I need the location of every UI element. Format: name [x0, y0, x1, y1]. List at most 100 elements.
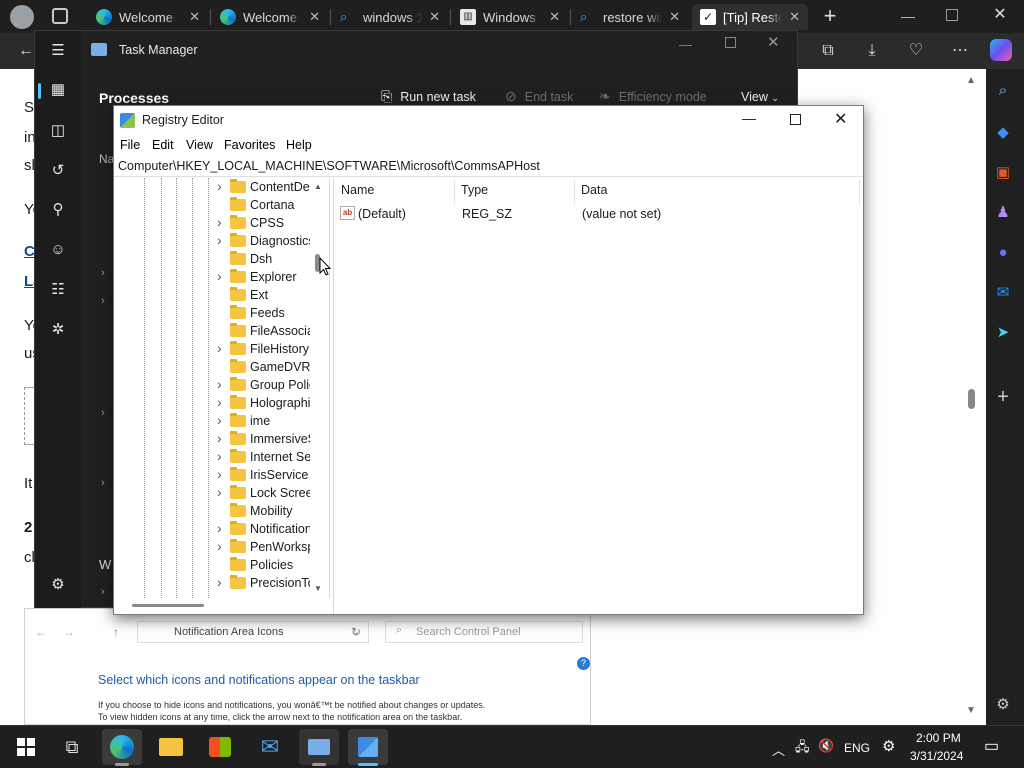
expand-chevron-icon[interactable]: ›: [101, 586, 105, 598]
tools-icon[interactable]: ▣: [990, 160, 1016, 186]
details-icon[interactable]: ☷: [47, 279, 69, 301]
shopping-icon[interactable]: ◆: [990, 120, 1016, 146]
outlook-icon[interactable]: ✉: [990, 280, 1016, 306]
tree-item[interactable]: Mobility: [114, 503, 310, 521]
users-icon[interactable]: ☺: [47, 239, 69, 261]
tree-item[interactable]: › PrecisionTo: [114, 574, 310, 593]
tree-item[interactable]: › FileHistory: [114, 340, 310, 359]
new-tab-button[interactable]: +: [818, 2, 842, 30]
tree-item[interactable]: › CPSS: [114, 214, 310, 233]
close-icon[interactable]: ✕: [669, 9, 680, 25]
processes-icon[interactable]: ▦: [47, 79, 69, 101]
services-icon[interactable]: ✲: [47, 319, 69, 341]
tree-item[interactable]: Cortana: [114, 197, 310, 215]
tree-item[interactable]: › ime: [114, 412, 310, 431]
tree-item[interactable]: › Notification: [114, 520, 310, 539]
show-hidden-icons-chevron[interactable]: ︿: [772, 740, 785, 759]
expand-chevron-icon[interactable]: ›: [217, 232, 222, 248]
scroll-up-icon[interactable]: ▲: [314, 182, 322, 191]
add-icon[interactable]: +: [990, 384, 1016, 410]
volume-muted-icon[interactable]: 🔇: [818, 738, 834, 754]
expand-chevron-icon[interactable]: ›: [217, 394, 222, 410]
scroll-down-icon[interactable]: ▼: [314, 584, 322, 593]
end-task-button[interactable]: ⊘ End task: [505, 88, 573, 105]
minimize-icon[interactable]: —: [742, 110, 756, 126]
close-window-icon[interactable]: ✕: [990, 4, 1010, 24]
tab-actions-icon[interactable]: [52, 8, 68, 24]
expand-chevron-icon[interactable]: ›: [217, 340, 222, 356]
downloads-icon[interactable]: ⤓: [858, 37, 886, 65]
startup-apps-icon[interactable]: ⚲: [47, 199, 69, 221]
browser-tab-5[interactable]: ⌕ restore windows ✕: [572, 4, 688, 30]
language-indicator[interactable]: ENG: [844, 741, 870, 755]
address-bar[interactable]: Notification Area Icons ⌄: [137, 621, 369, 643]
close-icon[interactable]: ✕: [789, 9, 800, 25]
search-icon[interactable]: ⌕: [990, 78, 1016, 104]
value-row[interactable]: ab (Default) REG_SZ (value not set): [338, 204, 858, 224]
tree-item[interactable]: Feeds: [114, 305, 310, 323]
expand-chevron-icon[interactable]: ›: [217, 178, 222, 194]
expand-chevron-icon[interactable]: ›: [217, 268, 222, 284]
close-icon[interactable]: ✕: [429, 9, 440, 25]
microsoft-365-icon[interactable]: ●: [990, 240, 1016, 266]
tree-item[interactable]: › PenWorksp: [114, 538, 310, 557]
expand-chevron-icon[interactable]: ›: [101, 267, 105, 279]
browser-tab-1[interactable]: Welcome ✕: [88, 4, 208, 30]
app-history-icon[interactable]: ↺: [47, 160, 69, 182]
up-arrow-icon[interactable]: ↑: [113, 625, 119, 639]
tree-item[interactable]: Policies: [114, 557, 310, 575]
minimize-icon[interactable]: —: [898, 8, 918, 24]
view-dropdown[interactable]: View ⌄: [741, 90, 779, 104]
expand-chevron-icon[interactable]: ›: [101, 407, 105, 419]
tree-item[interactable]: Dsh: [114, 251, 310, 269]
minimize-icon[interactable]: —: [679, 37, 692, 52]
tree-vertical-scrollbar[interactable]: ▲ ▼: [310, 178, 327, 598]
column-header-data[interactable]: Data: [581, 183, 607, 197]
collections-icon[interactable]: ⧉: [814, 37, 842, 65]
scroll-down-icon[interactable]: ▼: [966, 705, 976, 716]
menu-help[interactable]: Help: [286, 138, 312, 152]
registry-editor-taskbar-icon[interactable]: [348, 729, 388, 765]
column-header-name[interactable]: Name: [341, 183, 374, 197]
expand-chevron-icon[interactable]: ›: [217, 430, 222, 446]
expand-chevron-icon[interactable]: ›: [217, 214, 222, 230]
tree-item[interactable]: › Holographi: [114, 394, 310, 413]
tree-item[interactable]: › Group Polic: [114, 376, 310, 395]
expand-chevron-icon[interactable]: ›: [217, 466, 222, 482]
more-menu-icon[interactable]: ⋯: [946, 37, 974, 65]
tree-horizontal-scrollbar[interactable]: [114, 598, 330, 614]
maximize-icon[interactable]: [790, 114, 801, 125]
drop-icon[interactable]: ➤: [990, 320, 1016, 346]
h-scrollbar-thumb[interactable]: [132, 604, 204, 607]
menu-favorites[interactable]: Favorites: [224, 138, 275, 152]
close-icon[interactable]: ✕: [834, 109, 847, 129]
clock-time[interactable]: 2:00 PM: [916, 731, 961, 745]
restore-icon[interactable]: [946, 9, 958, 21]
back-arrow-icon[interactable]: ←: [35, 625, 47, 639]
browser-tab-3[interactable]: ⌕ windows 11 hide icons ✕: [332, 4, 448, 30]
close-icon[interactable]: ✕: [767, 33, 780, 51]
clock-date[interactable]: 3/31/2024: [910, 749, 963, 763]
menu-view[interactable]: View: [186, 138, 213, 152]
expand-chevron-icon[interactable]: ›: [217, 448, 222, 464]
tree-item[interactable]: › Lock Screen: [114, 484, 310, 503]
expand-chevron-icon[interactable]: ›: [217, 376, 222, 392]
help-icon[interactable]: ?: [577, 657, 590, 670]
task-manager-taskbar-icon[interactable]: [299, 729, 339, 765]
mail-taskbar-icon[interactable]: ✉: [250, 729, 290, 765]
close-icon[interactable]: ✕: [309, 9, 320, 25]
profile-avatar[interactable]: [10, 5, 34, 29]
menu-edit[interactable]: Edit: [152, 138, 174, 152]
expand-chevron-icon[interactable]: ›: [217, 538, 222, 554]
edge-taskbar-icon[interactable]: [102, 729, 142, 765]
settings-icon[interactable]: ⚙: [990, 692, 1016, 718]
efficiency-mode-button[interactable]: ❧ Efficiency mode: [599, 88, 707, 105]
browser-tab-4[interactable]: ▥ Windows 11 ✕: [452, 4, 568, 30]
expand-chevron-icon[interactable]: ›: [217, 520, 222, 536]
column-header-type[interactable]: Type: [461, 183, 488, 197]
close-icon[interactable]: ✕: [549, 9, 560, 25]
expand-chevron-icon[interactable]: ›: [217, 412, 222, 428]
games-icon[interactable]: ♟: [990, 200, 1016, 226]
expand-chevron-icon[interactable]: ›: [217, 574, 222, 590]
tree-item[interactable]: › IrisService: [114, 466, 310, 485]
